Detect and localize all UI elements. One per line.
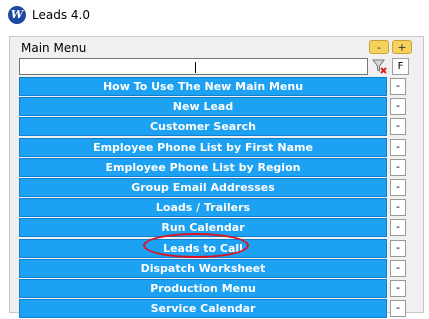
remove-item-button[interactable]: -: [390, 178, 406, 196]
menu-item-phone-list-first-name[interactable]: Employee Phone List by First Name: [19, 137, 387, 157]
menu-item-production-menu[interactable]: Production Menu: [19, 278, 387, 298]
menu-filter-input[interactable]: [19, 58, 368, 75]
menu-title: Main Menu: [21, 41, 87, 55]
text-caret: [195, 62, 196, 73]
remove-item-button[interactable]: -: [390, 138, 406, 156]
remove-item-button[interactable]: -: [390, 98, 406, 116]
menu-item-new-lead[interactable]: New Lead: [19, 97, 387, 117]
menu-item-how-to-use[interactable]: How To Use The New Main Menu: [19, 77, 387, 96]
remove-item-button[interactable]: -: [390, 239, 406, 257]
list-item: How To Use The New Main Menu -: [10, 77, 423, 97]
menu-item-loads-trailers[interactable]: Loads / Trailers: [19, 198, 387, 218]
clear-filter-icon[interactable]: [371, 58, 388, 75]
list-item: Leads to Call -: [10, 238, 423, 259]
list-item: Dispatch Worksheet -: [10, 258, 423, 279]
list-item: Service Calendar -: [10, 299, 423, 319]
window-title: Leads 4.0: [32, 8, 90, 22]
collapse-button[interactable]: -: [369, 40, 389, 54]
remove-item-button[interactable]: -: [390, 118, 406, 136]
menu-item-dispatch-worksheet[interactable]: Dispatch Worksheet: [19, 258, 387, 278]
remove-item-button[interactable]: -: [390, 279, 406, 297]
menu-item-customer-search[interactable]: Customer Search: [19, 117, 387, 137]
list-item: Group Email Addresses -: [10, 177, 423, 198]
menu-item-phone-list-region[interactable]: Employee Phone List by Region: [19, 157, 387, 177]
menu-item-leads-to-call[interactable]: Leads to Call: [19, 238, 387, 258]
list-item: Run Calendar -: [10, 218, 423, 238]
remove-item-button[interactable]: -: [390, 219, 406, 237]
title-bar: W Leads 4.0: [0, 0, 429, 31]
w-logo-icon: W: [8, 6, 26, 24]
remove-item-button[interactable]: -: [390, 158, 406, 176]
menu-list: How To Use The New Main Menu - New Lead …: [10, 77, 423, 319]
main-menu-panel: Main Menu - + F How To Use The New Main …: [9, 36, 424, 319]
list-item: Employee Phone List by First Name -: [10, 137, 423, 158]
remove-item-button[interactable]: -: [390, 259, 406, 277]
filter-f-button[interactable]: F: [392, 58, 409, 75]
list-item: Employee Phone List by Region -: [10, 157, 423, 178]
remove-item-button[interactable]: -: [390, 78, 406, 95]
list-item: Loads / Trailers -: [10, 198, 423, 218]
menu-item-group-email[interactable]: Group Email Addresses: [19, 177, 387, 197]
remove-item-button[interactable]: -: [390, 199, 406, 217]
menu-item-run-calendar[interactable]: Run Calendar: [19, 218, 387, 238]
menu-item-service-calendar[interactable]: Service Calendar: [19, 299, 387, 319]
list-item: Production Menu -: [10, 278, 423, 299]
list-item: New Lead -: [10, 97, 423, 117]
expand-button[interactable]: +: [392, 40, 412, 54]
remove-item-button[interactable]: -: [390, 300, 406, 318]
list-item: Customer Search -: [10, 117, 423, 137]
